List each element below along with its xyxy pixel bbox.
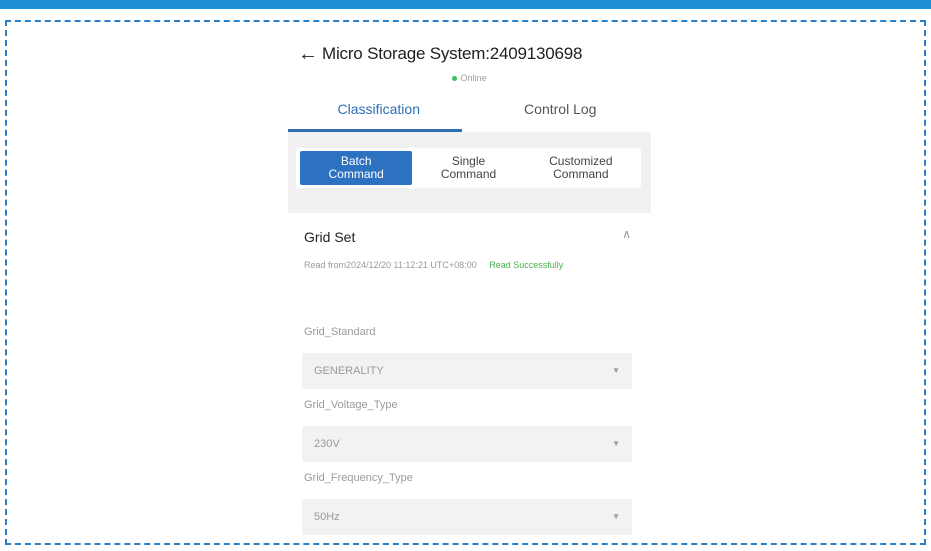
command-type-selector: Batch Command Single Command Customized … [296, 148, 641, 188]
page-title: Micro Storage System:2409130698 [322, 44, 583, 63]
grid-standard-select[interactable]: GENERALITY ▼ [302, 353, 632, 389]
dropdown-arrow-icon: ▼ [612, 439, 620, 448]
dropdown-arrow-icon: ▼ [612, 366, 620, 375]
grid-set-card: Grid Set ∧ Read from2024/12/20 11:12:21 … [288, 213, 651, 541]
read-timestamp: Read from2024/12/20 11:12:21 UTC+08:00 [304, 260, 477, 270]
grid-voltage-type-label: Grid_Voltage_Type [304, 399, 398, 411]
grid-voltage-type-select[interactable]: 230V ▼ [302, 426, 632, 462]
customized-command-button[interactable]: Customized Command [525, 151, 637, 185]
batch-command-button[interactable]: Batch Command [300, 151, 413, 185]
grid-voltage-type-value: 230V [314, 438, 340, 450]
online-status: Online [288, 73, 651, 83]
back-arrow-icon[interactable]: ← [298, 44, 318, 64]
tab-control-log[interactable]: Control Log [470, 90, 652, 132]
grid-frequency-type-value: 50Hz [314, 511, 340, 523]
tab-bar: Classification Control Log [288, 90, 651, 132]
read-status: Read Successfully [489, 260, 564, 270]
dropdown-arrow-icon: ▼ [612, 512, 620, 521]
app-screen: ← Micro Storage System:2409130698 Online… [288, 30, 651, 541]
top-accent-bar [0, 0, 931, 9]
tab-classification[interactable]: Classification [288, 90, 470, 132]
online-dot-icon [452, 76, 458, 82]
read-info: Read from2024/12/20 11:12:21 UTC+08:00 R… [304, 255, 604, 276]
grid-set-title: Grid Set [304, 229, 356, 245]
status-text: Online [460, 73, 487, 83]
grid-standard-value: GENERALITY [314, 365, 384, 377]
grid-frequency-type-select[interactable]: 50Hz ▼ [302, 499, 632, 535]
header: ← Micro Storage System:2409130698 [298, 44, 582, 64]
grid-frequency-type-label: Grid_Frequency_Type [304, 472, 413, 484]
collapse-chevron-icon[interactable]: ∧ [622, 227, 631, 241]
grid-standard-label: Grid_Standard [304, 326, 376, 338]
single-command-button[interactable]: Single Command [412, 151, 524, 185]
